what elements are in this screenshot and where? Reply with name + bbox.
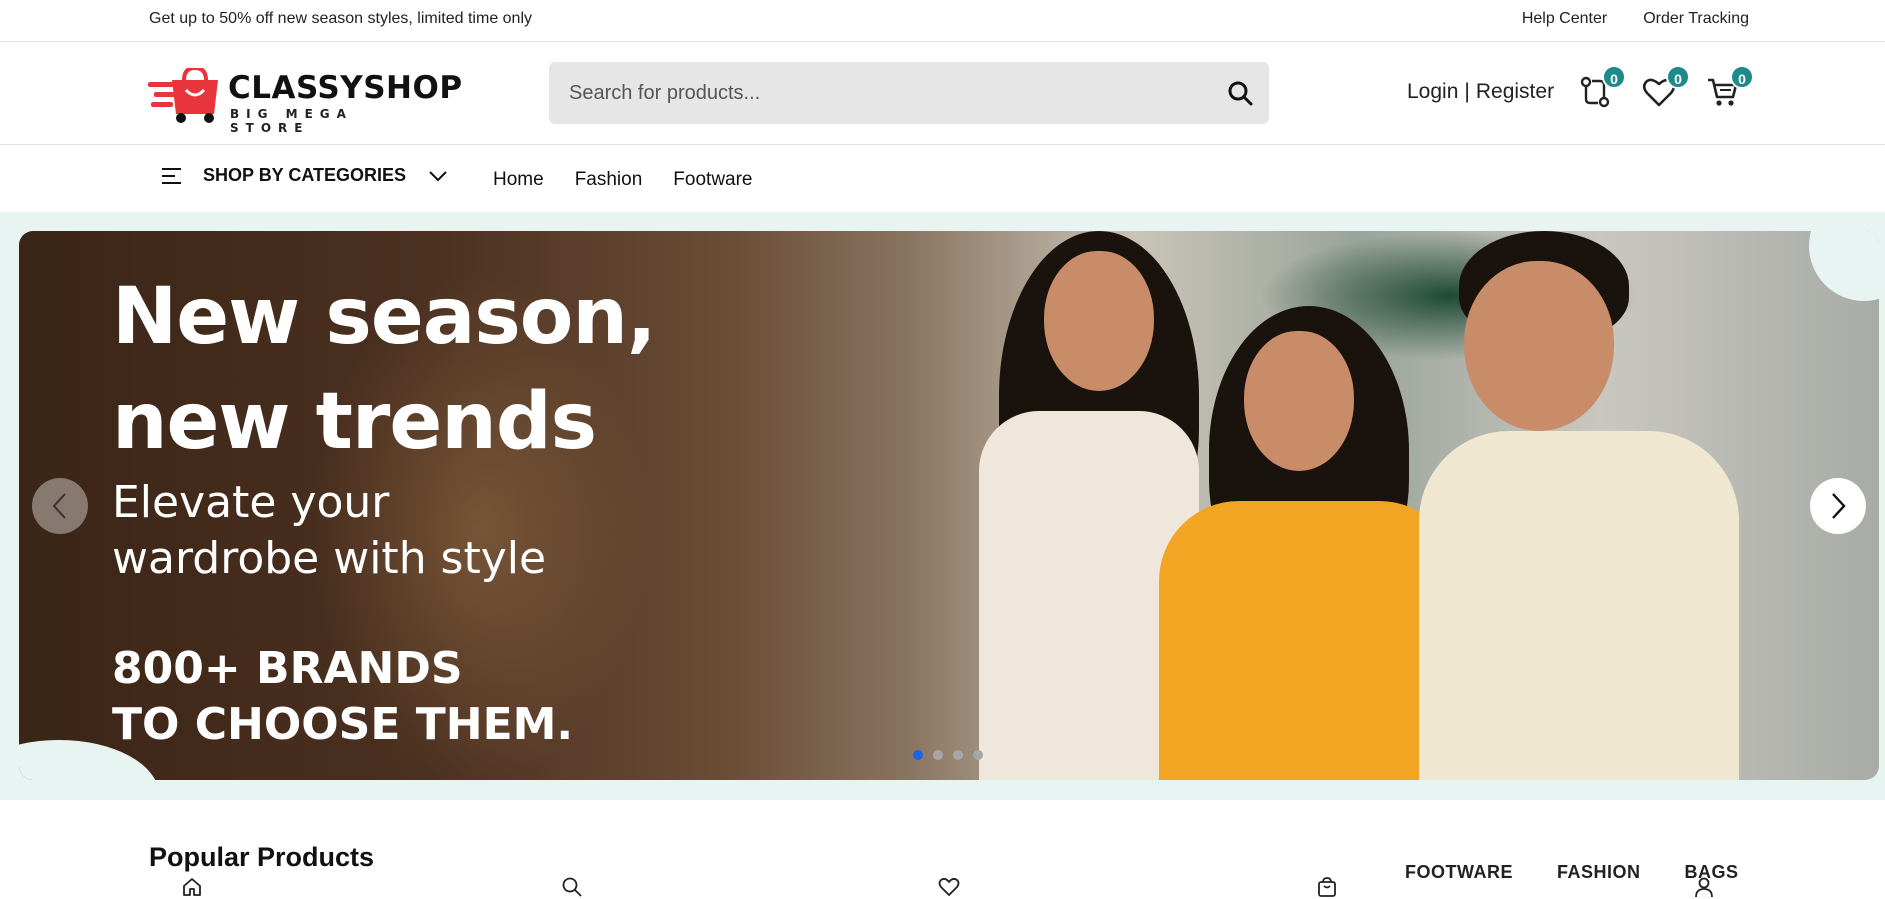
wishlist-button[interactable]: 0 [1642, 65, 1690, 109]
nav-links: Home Fashion Footware [493, 169, 753, 191]
account-links: Login | Register [1407, 80, 1554, 104]
logo-tagline: BIG MEGA STORE [230, 107, 353, 135]
hero-sub-line2: wardrobe with style [112, 533, 547, 584]
heart-icon[interactable] [938, 876, 960, 899]
promo-text: Get up to 50% off new season styles, lim… [149, 10, 533, 27]
hero-headline-line2: new trends [112, 377, 597, 467]
bottom-bar [0, 870, 1885, 899]
hero-slide[interactable]: New season, new trends Elevate your ward… [19, 231, 1879, 780]
hero-promo-line1: 800+ BRANDS [112, 643, 463, 694]
top-links: Help Center Order Tracking [1522, 10, 1749, 28]
cart-count-badge: 0 [1730, 65, 1754, 89]
search-bar [549, 62, 1269, 124]
slider-dot[interactable] [973, 750, 983, 760]
chevron-down-icon [429, 170, 447, 181]
search-input[interactable] [569, 62, 1209, 124]
chevron-right-icon [1832, 493, 1846, 519]
slider-dot[interactable] [933, 750, 943, 760]
hero-section: New season, new trends Elevate your ward… [0, 212, 1885, 800]
nav-link-fashion[interactable]: Fashion [575, 169, 643, 191]
slider-next-button[interactable] [1810, 478, 1866, 534]
chevron-left-icon [52, 493, 66, 519]
hero-model-image [959, 231, 1879, 780]
logo-bag-icon [148, 68, 218, 123]
slider-dot[interactable] [913, 750, 923, 760]
logo[interactable]: CLASSYSHOP BIG MEGA STORE [148, 62, 462, 135]
bag-icon[interactable] [1316, 876, 1338, 899]
order-tracking-link[interactable]: Order Tracking [1643, 10, 1749, 28]
wishlist-count-badge: 0 [1666, 65, 1690, 89]
hero-subheadline: Elevate your wardrobe with style [112, 475, 546, 587]
separator: | [1464, 80, 1470, 103]
hero-promo-line2: TO CHOOSE THEM. [112, 699, 574, 750]
slider-dots [913, 750, 983, 760]
header: CLASSYSHOP BIG MEGA STORE Login | Regist… [0, 42, 1885, 145]
home-icon[interactable] [181, 876, 203, 899]
main-nav: SHOP BY CATEGORIES Home Fashion Footware [0, 145, 1885, 212]
nav-link-home[interactable]: Home [493, 169, 544, 191]
compare-count-badge: 0 [1602, 65, 1626, 89]
nav-link-footware[interactable]: Footware [673, 169, 752, 191]
search-icon[interactable] [561, 876, 583, 899]
hero-headline: New season, new trends [112, 265, 657, 475]
categories-label: SHOP BY CATEGORIES [203, 165, 407, 185]
slider-dot[interactable] [953, 750, 963, 760]
register-link[interactable]: Register [1476, 80, 1554, 104]
login-link[interactable]: Login [1407, 80, 1458, 104]
search-icon[interactable] [1227, 80, 1253, 111]
help-center-link[interactable]: Help Center [1522, 10, 1607, 28]
hero-sub-line1: Elevate your [112, 477, 390, 528]
slider-prev-button[interactable] [32, 478, 88, 534]
hero-promo: 800+ BRANDS TO CHOOSE THEM. [112, 641, 573, 753]
shop-by-categories-button[interactable]: SHOP BY CATEGORIES [161, 165, 448, 186]
hero-headline-line1: New season, [112, 272, 657, 362]
popular-products-title: Popular Products [149, 842, 375, 872]
menu-icon [162, 167, 181, 184]
user-icon[interactable] [1693, 876, 1715, 899]
top-bar: Get up to 50% off new season styles, lim… [0, 0, 1885, 42]
compare-button[interactable]: 0 [1578, 65, 1626, 109]
cart-button[interactable]: 0 [1706, 65, 1754, 109]
logo-name: CLASSYSHOP [228, 70, 463, 106]
